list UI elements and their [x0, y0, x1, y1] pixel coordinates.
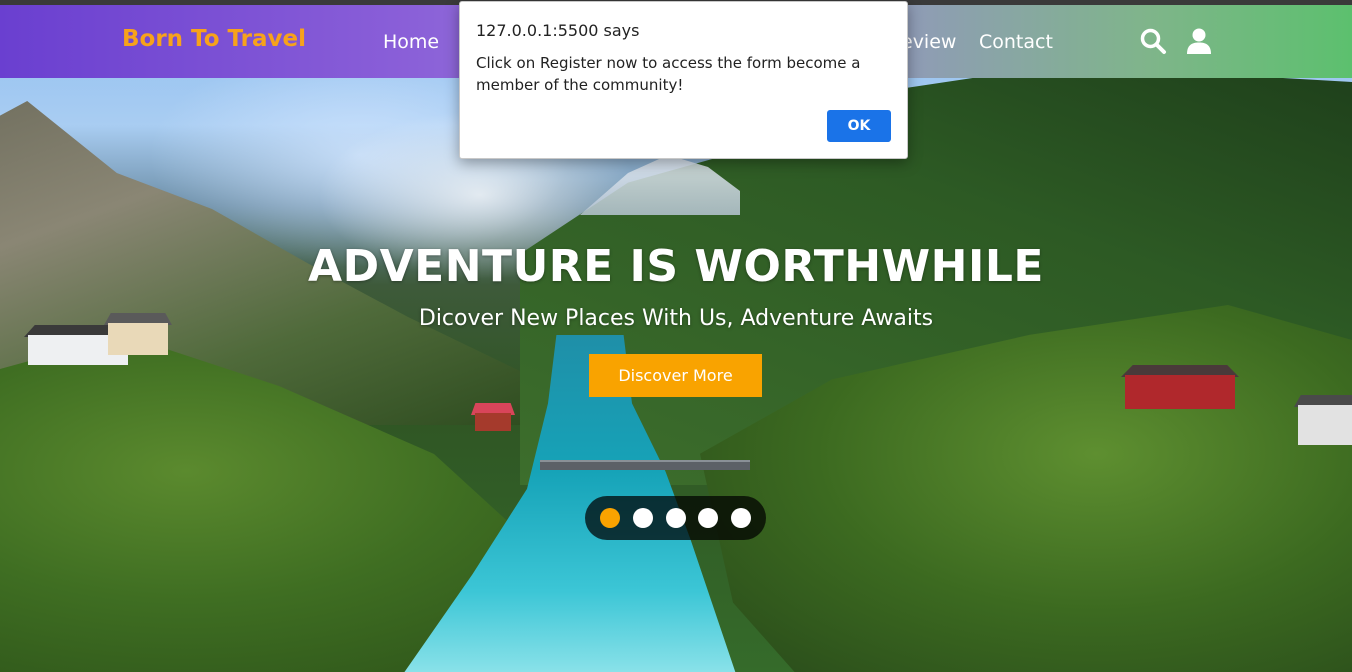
- slider-dot[interactable]: [698, 508, 718, 528]
- slider-dot[interactable]: [731, 508, 751, 528]
- slider-dots: [585, 496, 766, 540]
- user-icon[interactable]: [1186, 27, 1214, 55]
- house-red-left: [471, 403, 515, 431]
- hero-subtitle: Dicover New Places With Us, Adventure Aw…: [418, 306, 934, 331]
- slider-dot[interactable]: [600, 508, 620, 528]
- bridge: [540, 460, 750, 470]
- nav-link-home[interactable]: Home: [383, 31, 439, 53]
- nav-link-contact[interactable]: Contact: [979, 31, 1053, 53]
- slider-dot[interactable]: [633, 508, 653, 528]
- dialog-message: Click on Register now to access the form…: [476, 54, 861, 94]
- search-icon[interactable]: [1139, 27, 1167, 55]
- alert-dialog: 127.0.0.1:5500 says Click on Register no…: [459, 1, 908, 159]
- brand-logo[interactable]: Born To Travel: [122, 26, 306, 52]
- nav-link-review[interactable]: eview: [901, 31, 956, 53]
- ok-button[interactable]: OK: [827, 110, 891, 142]
- dialog-title: 127.0.0.1:5500 says: [476, 21, 640, 40]
- hero-title: ADVENTURE IS WORTHWHILE: [308, 241, 1044, 292]
- house-red-right: [1121, 365, 1239, 409]
- discover-more-button[interactable]: Discover More: [589, 354, 762, 397]
- slider-dot[interactable]: [666, 508, 686, 528]
- house-grey-right: [1294, 395, 1352, 445]
